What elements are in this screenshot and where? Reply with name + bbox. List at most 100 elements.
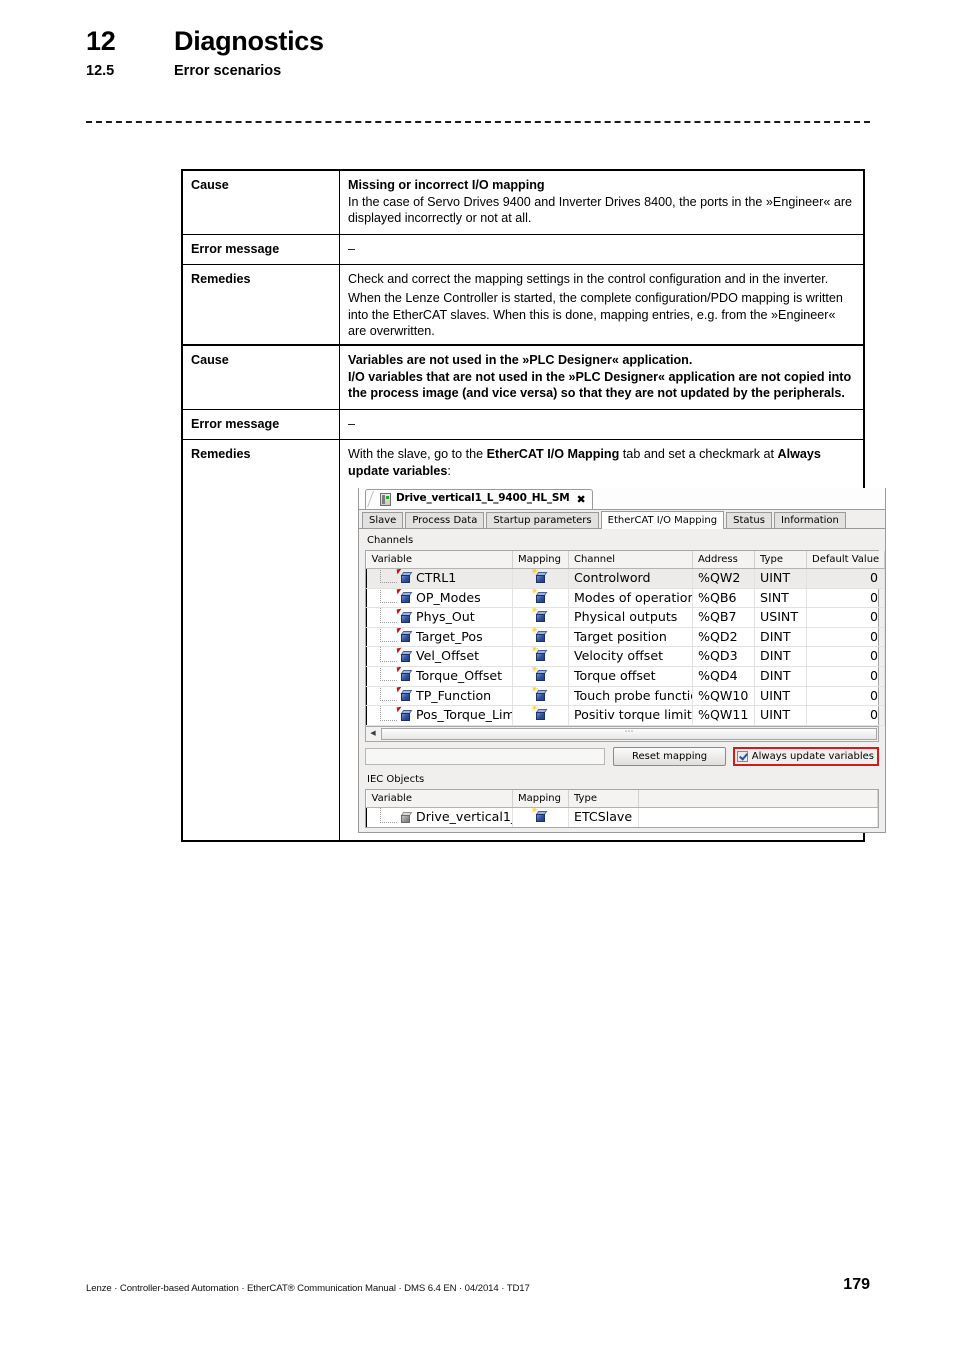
- cause-bold-line-1: Variables are not used in the »PLC Desig…: [348, 353, 693, 367]
- error-scenario-table-2: Cause Variables are not used in the »PLC…: [181, 344, 886, 842]
- reset-mapping-button[interactable]: Reset mapping: [613, 747, 726, 767]
- mapping-icon: [535, 670, 547, 682]
- channels-header-row: Variable Mapping Channel Address Type De…: [366, 550, 885, 570]
- table-row[interactable]: Drive_vertical1_L_940 ... ETCSlave: [366, 807, 878, 827]
- table-row[interactable]: Vel_Offset Velocity offset %QD3: [366, 646, 885, 668]
- mapping-icon: [535, 630, 547, 643]
- remedies-line-2: When the Lenze Controller is started, th…: [348, 291, 843, 339]
- error-message-label: Error message: [182, 408, 340, 441]
- column-header-channel[interactable]: Channel: [568, 550, 693, 570]
- tab-status[interactable]: Status: [726, 511, 772, 528]
- cause-value: Missing or incorrect I/O mapping In the …: [339, 170, 864, 235]
- table-row[interactable]: CTRL1 Controlword %QW2 UINT: [366, 568, 885, 589]
- scrollbar-thumb[interactable]: [381, 727, 877, 740]
- remedies-pre: With the slave, go to the: [348, 447, 487, 462]
- column-header-type[interactable]: Type: [754, 550, 807, 570]
- section-title: Error scenarios: [174, 63, 282, 79]
- cell-type: DINT: [754, 666, 807, 687]
- cell-variable: Torque_Offset: [366, 666, 513, 687]
- chapter-title: Diagnostics: [174, 26, 324, 56]
- cell-type: UINT: [754, 685, 807, 707]
- tab-information[interactable]: Information: [773, 511, 846, 528]
- cell-variable: Phys_Out: [366, 607, 513, 628]
- remedies-value: Check and correct the mapping settings i…: [339, 264, 864, 348]
- tab-startup-parameters[interactable]: Startup parameters: [486, 511, 599, 528]
- cell-variable: Target_Pos: [366, 626, 513, 648]
- ethercat-io-mapping-panel: Channels Variable Mapping Channel Addres…: [359, 528, 885, 832]
- always-update-variables-checkbox[interactable]: [736, 751, 748, 763]
- channels-group-label: Channels: [367, 534, 414, 546]
- cell-mapping: [512, 807, 569, 827]
- cell-default-value: 0: [806, 646, 885, 668]
- output-variable-icon: [396, 628, 413, 643]
- remedies-label: Remedies: [182, 439, 340, 841]
- cell-channel: Touch probe function: [568, 685, 693, 707]
- page-header: 12 Diagnostics 12.5 Error scenarios: [86, 26, 876, 79]
- cell-address: %QW10: [692, 685, 755, 707]
- document-tab-strip: Drive_vertical1_L_9400_HL_SM ✖: [359, 487, 885, 510]
- table-row[interactable]: Torque_Offset Torque offset %QD4: [366, 666, 885, 687]
- device-icon: [380, 492, 391, 506]
- cell-type: DINT: [754, 626, 807, 648]
- editor-tab-bar: Slave Process Data Startup parameters Et…: [359, 509, 885, 529]
- iec-rows: Drive_vertical1_L_940 ... ETCSlave: [366, 807, 878, 827]
- table-row: Error message –: [182, 408, 864, 441]
- remedies-line-1: Check and correct the mapping settings i…: [348, 272, 829, 287]
- section-number: 12.5: [86, 63, 115, 79]
- column-header-type[interactable]: Type: [568, 790, 639, 809]
- error-message-value: –: [339, 233, 864, 266]
- output-variable-icon: [396, 706, 413, 722]
- scroll-left-icon[interactable]: ◀: [366, 727, 380, 741]
- error-scenario-table-1: Cause Missing or incorrect I/O mapping I…: [181, 169, 865, 349]
- error-message-label: Error message: [182, 233, 340, 266]
- document-tab-drive-vertical1[interactable]: Drive_vertical1_L_9400_HL_SM ✖: [365, 488, 593, 509]
- table-row[interactable]: Target_Pos Target position %QD2: [366, 626, 885, 648]
- tab-slant-decoration: [367, 491, 381, 508]
- column-header-variable[interactable]: Variable: [366, 550, 513, 570]
- remedies-label: Remedies: [182, 264, 340, 348]
- table-row[interactable]: OP_Modes Modes of operation %QB6: [366, 587, 885, 609]
- cell-mapping: [512, 646, 569, 668]
- cell-channel: Modes of operation: [568, 587, 693, 609]
- variable-name: Phys_Out: [416, 609, 475, 625]
- table-row[interactable]: Phys_Out Physical outputs %QB7: [366, 607, 885, 628]
- column-header-address[interactable]: Address: [692, 550, 755, 570]
- cause-label: Cause: [182, 170, 340, 235]
- cell-mapping: [512, 666, 569, 687]
- column-header-default-value[interactable]: Default Value: [806, 550, 885, 570]
- cell-channel: Positiv torque limit value: [568, 705, 693, 726]
- iec-objects-group-label: IEC Objects: [367, 773, 425, 785]
- chapter-heading: 12 Diagnostics: [86, 26, 876, 57]
- close-icon[interactable]: ✖: [577, 494, 586, 505]
- remedies-value: With the slave, go to the EtherCAT I/O M…: [339, 439, 886, 841]
- cell-address: %QB6: [692, 587, 755, 609]
- variable-name: TP_Function: [416, 687, 492, 703]
- cell-default-value: 0: [806, 626, 885, 648]
- channels-grid: Variable Mapping Channel Address Type De…: [365, 549, 885, 727]
- output-variable-icon: [396, 608, 413, 624]
- cell-address: %QB7: [692, 607, 755, 628]
- tab-ethercat-io-mapping[interactable]: EtherCAT I/O Mapping: [600, 510, 725, 529]
- horizontal-scrollbar[interactable]: ◀: [365, 726, 879, 742]
- cause-text: In the case of Servo Drives 9400 and Inv…: [348, 194, 853, 226]
- cell-mapping: [512, 587, 569, 609]
- table-row[interactable]: Pos_Torque_Limit Positiv torque limit va…: [366, 705, 885, 726]
- column-header-mapping[interactable]: Mapping: [512, 790, 569, 809]
- cell-mapping: [512, 626, 569, 648]
- section-heading: 12.5 Error scenarios: [86, 63, 876, 79]
- column-header-variable[interactable]: Variable: [366, 790, 513, 809]
- cell-default-value: 0: [806, 587, 885, 609]
- table-row[interactable]: TP_Function Touch probe function %QW10: [366, 685, 885, 707]
- variable-name: OP_Modes: [416, 589, 481, 605]
- cell-mapping: [512, 685, 569, 707]
- table-row: Cause Missing or incorrect I/O mapping I…: [182, 170, 864, 235]
- mapping-controls-row: Reset mapping Always update variables: [365, 747, 879, 767]
- tab-process-data[interactable]: Process Data: [405, 511, 485, 528]
- tab-slave[interactable]: Slave: [362, 511, 404, 528]
- cell-mapping: [512, 607, 569, 628]
- cause-bold-line: Missing or incorrect I/O mapping: [348, 178, 545, 192]
- channels-rows: CTRL1 Controlword %QW2 UINT: [366, 568, 885, 726]
- always-update-variables-label[interactable]: Always update variables: [752, 750, 874, 763]
- cell-type: SINT: [754, 587, 807, 609]
- column-header-mapping[interactable]: Mapping: [512, 550, 569, 570]
